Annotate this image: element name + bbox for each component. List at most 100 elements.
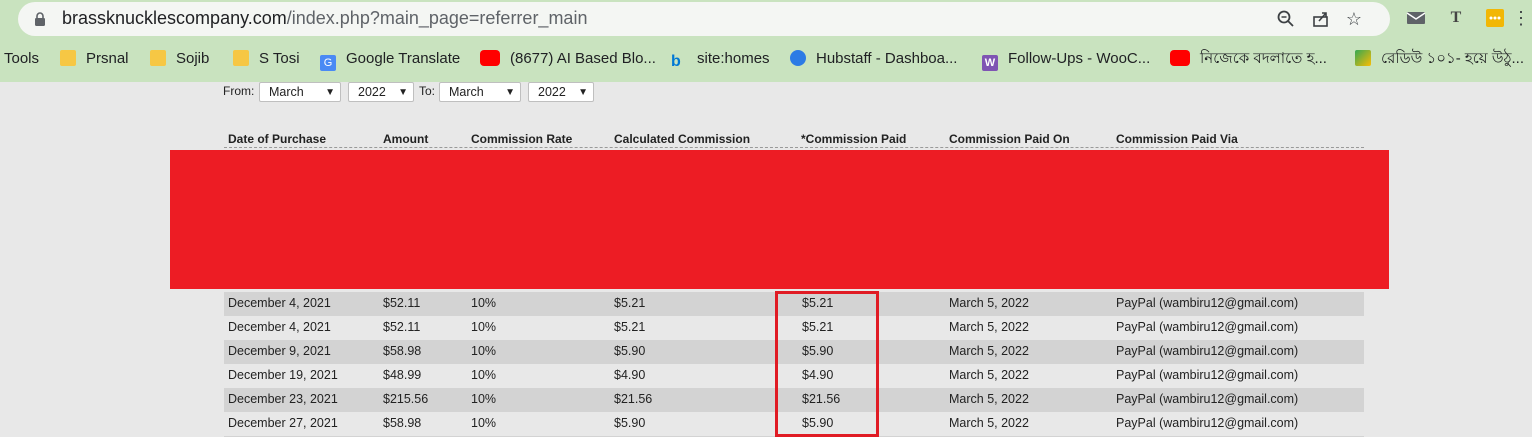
cell-date: December 19, 2021	[228, 368, 338, 382]
bookmark-label: Tools	[4, 50, 40, 67]
header-commission-paid: *Commission Paid	[801, 132, 907, 146]
from-month-select[interactable]: March ▼	[259, 82, 341, 102]
cell-paid-on: March 5, 2022	[949, 296, 1029, 310]
header-commission-paid-on: Commission Paid On	[949, 132, 1070, 146]
bookmark-site-homes[interactable]: b site:homes	[671, 48, 770, 70]
bing-icon: b	[671, 53, 681, 70]
bookmark-follow-ups[interactable]: W Follow-Ups - WooC...	[982, 48, 1150, 71]
bookmark-label: S Tosi	[259, 50, 300, 67]
bookmark-s-tosi[interactable]: S Tosi	[233, 48, 300, 70]
cell-amount: $215.56	[383, 392, 429, 406]
cell-paid-on: March 5, 2022	[949, 392, 1029, 406]
bookmark-prsnal[interactable]: Prsnal	[60, 48, 129, 70]
to-label: To:	[419, 84, 436, 98]
bookmark-label: Sojib	[176, 50, 210, 67]
translate-extension-icon[interactable]: T	[1445, 8, 1467, 28]
cell-rate: 10%	[471, 344, 497, 358]
bookmark-google-translate[interactable]: G Google Translate	[320, 48, 460, 71]
cell-paid-via: PayPal (wambiru12@gmail.com)	[1116, 320, 1299, 334]
bookmark-label: site:homes	[697, 50, 770, 67]
cell-paid-via: PayPal (wambiru12@gmail.com)	[1116, 416, 1299, 430]
puzzle-icon[interactable]: ⋮	[1510, 8, 1532, 28]
cell-paid-via: PayPal (wambiru12@gmail.com)	[1116, 368, 1299, 382]
chevron-down-icon: ▼	[398, 87, 408, 98]
header-date: Date of Purchase	[228, 132, 327, 146]
cell-amount: $52.11	[383, 320, 421, 334]
cell-amount: $52.11	[383, 296, 421, 310]
from-label: From:	[223, 84, 255, 98]
cell-amount: $48.99	[383, 368, 422, 382]
chevron-down-icon: ▼	[505, 87, 515, 98]
cell-amount: $58.98	[383, 416, 422, 430]
cell-calculated: $4.90	[614, 368, 646, 382]
bookmark-reddit-bangla[interactable]: রেডিউ ১০১- হয়ে উঠু...	[1355, 48, 1524, 70]
cell-date: December 27, 2021	[228, 416, 338, 430]
cell-paid-on: March 5, 2022	[949, 416, 1029, 430]
bookmark-label: নিজেকে বদলাতে হ...	[1200, 50, 1327, 67]
star-icon[interactable]: ☆	[1344, 9, 1364, 29]
zoom-icon[interactable]	[1276, 9, 1296, 29]
chevron-down-icon: ▼	[325, 87, 335, 98]
cell-paid-via: PayPal (wambiru12@gmail.com)	[1116, 296, 1299, 310]
bookmark-sojib[interactable]: Sojib	[150, 48, 209, 70]
url-text[interactable]: brassknucklescompany.com/index.php?main_…	[62, 8, 587, 29]
bookmark-icon	[1355, 50, 1371, 66]
bookmark-youtube-ai[interactable]: (8677) AI Based Blo...	[480, 48, 656, 70]
cell-paid-on: March 5, 2022	[949, 368, 1029, 382]
bookmarks-bar: Tools Prsnal Sojib S Tosi G Google Transl…	[0, 44, 1532, 74]
header-amount: Amount	[383, 132, 429, 146]
bookmark-label: Follow-Ups - WooC...	[1008, 50, 1151, 67]
cell-rate: 10%	[471, 392, 497, 406]
cell-paid-via: PayPal (wambiru12@gmail.com)	[1116, 392, 1299, 406]
browser-toolbar: brassknucklescompany.com/index.php?main_…	[0, 0, 1532, 82]
lock-icon[interactable]	[34, 11, 46, 27]
address-bar[interactable]: brassknucklescompany.com/index.php?main_…	[18, 2, 1390, 36]
hubstaff-icon	[790, 50, 806, 66]
google-translate-icon: G	[320, 55, 336, 71]
bookmark-youtube-bangla[interactable]: নিজেকে বদলাতে হ...	[1170, 48, 1327, 70]
cell-rate: 10%	[471, 296, 497, 310]
woocommerce-icon: W	[982, 55, 998, 71]
to-year-select[interactable]: 2022 ▼	[528, 82, 594, 102]
cell-rate: 10%	[471, 320, 497, 334]
bookmark-label: রেডিউ ১০১- হয়ে উঠু...	[1381, 50, 1525, 67]
header-calculated-commission: Calculated Commission	[614, 132, 751, 146]
youtube-icon	[1170, 50, 1190, 66]
cell-calculated: $21.56	[614, 392, 653, 406]
cell-rate: 10%	[471, 368, 497, 382]
folder-icon	[233, 50, 249, 66]
cell-paid-via: PayPal (wambiru12@gmail.com)	[1116, 344, 1299, 358]
cell-amount: $58.98	[383, 344, 422, 358]
cell-calculated: $5.90	[614, 344, 646, 358]
cell-date: December 4, 2021	[228, 296, 331, 310]
cell-calculated: $5.21	[614, 296, 646, 310]
mail-icon[interactable]	[1405, 8, 1427, 28]
commission-paid-highlight-box	[775, 291, 879, 437]
bookmark-label: (8677) AI Based Blo...	[510, 50, 656, 67]
folder-icon	[150, 50, 166, 66]
chevron-down-icon: ▼	[578, 87, 588, 98]
cell-date: December 9, 2021	[228, 344, 331, 358]
share-icon[interactable]	[1311, 9, 1331, 29]
cell-date: December 23, 2021	[228, 392, 338, 406]
bookmark-label: Google Translate	[346, 50, 461, 67]
cell-paid-on: March 5, 2022	[949, 320, 1029, 334]
bookmark-tools[interactable]: Tools	[4, 48, 39, 70]
cell-paid-on: March 5, 2022	[949, 344, 1029, 358]
youtube-icon	[480, 50, 500, 66]
bookmark-hubstaff[interactable]: Hubstaff - Dashboa...	[790, 48, 957, 70]
to-month-select[interactable]: March ▼	[439, 82, 521, 102]
table-header: Date of Purchase Amount Commission Rate …	[224, 130, 1364, 148]
bookmark-label: Prsnal	[86, 50, 129, 67]
header-commission-rate: Commission Rate	[471, 132, 573, 146]
from-year-select[interactable]: 2022 ▼	[348, 82, 414, 102]
cell-date: December 4, 2021	[228, 320, 331, 334]
cell-calculated: $5.21	[614, 320, 646, 334]
bookmark-label: Hubstaff - Dashboa...	[816, 50, 958, 67]
cell-rate: 10%	[471, 416, 497, 430]
extension-icon[interactable]	[1484, 8, 1506, 28]
redaction-block	[170, 150, 1389, 289]
referrer-page: From: March ▼ 2022 ▼ To: March ▼ 2022 ▼ Date…	[0, 82, 1532, 437]
header-commission-paid-via: Commission Paid Via	[1116, 132, 1238, 146]
folder-icon	[60, 50, 76, 66]
